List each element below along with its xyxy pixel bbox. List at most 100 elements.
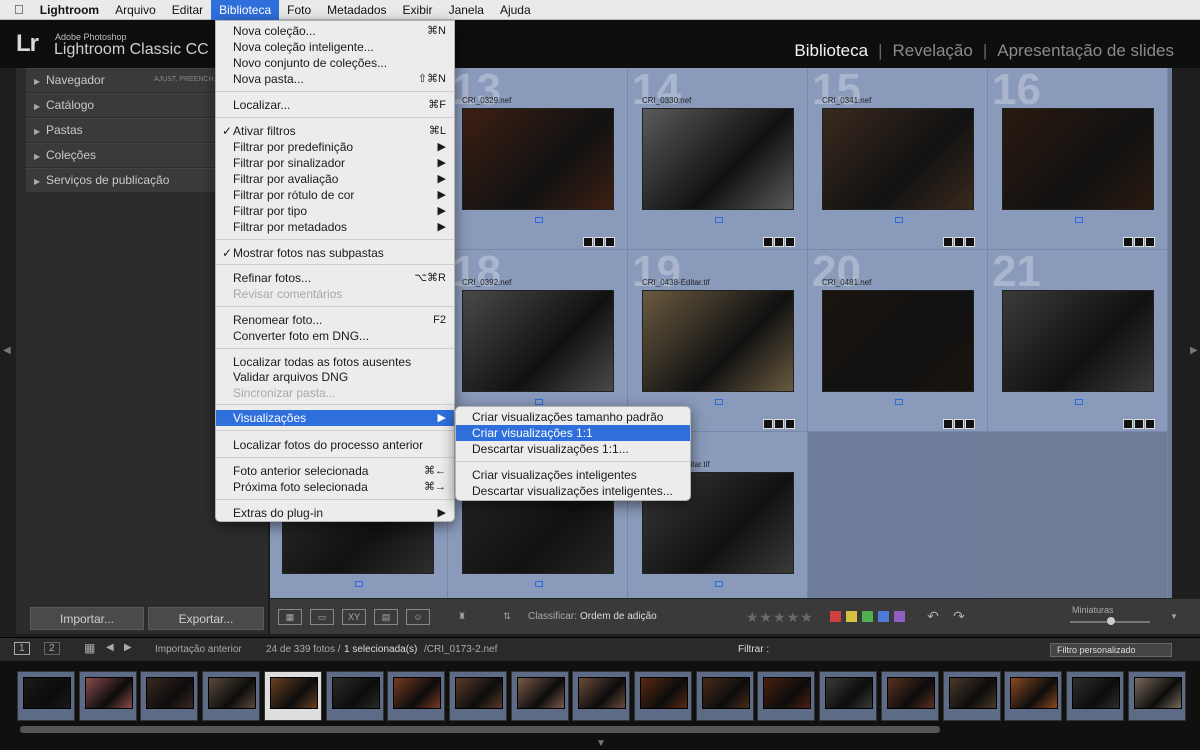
menu-janela[interactable]: Janela xyxy=(441,0,492,20)
quick-collection-icon[interactable] xyxy=(715,399,723,405)
develop-badge-icon[interactable] xyxy=(965,419,975,429)
edit-badge-icon[interactable] xyxy=(943,419,953,429)
filmstrip-thumbnail[interactable] xyxy=(880,671,939,721)
menu-item[interactable]: Nova coleção... ⌘N xyxy=(216,23,454,39)
filmstrip-source[interactable]: Importação anterior xyxy=(155,644,242,655)
photo-thumbnail[interactable] xyxy=(462,290,614,392)
menu-item[interactable]: Extras do plug-in ▶ xyxy=(216,505,454,521)
collection-badge-icon[interactable] xyxy=(954,419,964,429)
module-slideshow[interactable]: Apresentação de slides xyxy=(991,41,1180,61)
quick-collection-icon[interactable] xyxy=(715,581,723,587)
menu-item[interactable]: ✓ Mostrar fotos nas subpastas xyxy=(216,245,454,261)
quick-collection-icon[interactable] xyxy=(535,399,543,405)
develop-badge-icon[interactable] xyxy=(1145,419,1155,429)
menu-editar[interactable]: Editar xyxy=(164,0,211,20)
menu-metadados[interactable]: Metadados xyxy=(319,0,394,20)
menu-biblioteca[interactable]: Biblioteca xyxy=(211,0,280,20)
secondary-window-2-button[interactable]: 2 xyxy=(44,642,60,655)
rotate-left-icon[interactable]: ↶ xyxy=(924,609,942,625)
photo-thumbnail[interactable] xyxy=(642,290,794,392)
menu-foto[interactable]: Foto xyxy=(279,0,319,20)
export-button[interactable]: Exportar... xyxy=(148,607,264,630)
filmstrip-thumbnail[interactable] xyxy=(1004,671,1063,721)
module-biblioteca[interactable]: Biblioteca xyxy=(788,41,874,61)
edit-badge-icon[interactable] xyxy=(763,419,773,429)
submenu-item[interactable]: Criar visualizações 1:1 xyxy=(456,425,690,441)
filmstrip-scrollbar[interactable] xyxy=(20,726,940,733)
color-label-yellow[interactable] xyxy=(846,611,857,622)
photo-thumbnail[interactable] xyxy=(822,290,974,392)
submenu-item[interactable]: Criar visualizações inteligentes xyxy=(456,467,690,483)
menu-item[interactable]: Filtrar por rótulo de cor ▶ xyxy=(216,187,454,203)
grid-cell[interactable]: 19 CRI_0438-Editar.tif xyxy=(628,250,808,432)
filmstrip-thumbnail[interactable] xyxy=(510,671,569,721)
filmstrip-thumbnail[interactable] xyxy=(448,671,507,721)
photo-thumbnail[interactable] xyxy=(822,108,974,210)
develop-badge-icon[interactable] xyxy=(1145,237,1155,247)
quick-collection-icon[interactable] xyxy=(1075,217,1083,223)
color-label-purple[interactable] xyxy=(894,611,905,622)
filmstrip-thumbnail[interactable] xyxy=(325,671,384,721)
filmstrip-thumbnail[interactable] xyxy=(634,671,692,721)
edit-badge-icon[interactable] xyxy=(943,237,953,247)
spray-can-icon[interactable]: ♜ xyxy=(456,609,468,625)
filmstrip-thumbnail[interactable] xyxy=(387,671,446,721)
quick-collection-icon[interactable] xyxy=(895,399,903,405)
color-label-red[interactable] xyxy=(830,611,841,622)
collection-badge-icon[interactable] xyxy=(774,419,784,429)
submenu-item[interactable]: Descartar visualizações 1:1... xyxy=(456,441,690,457)
sort-direction-icon[interactable]: ⇅ xyxy=(492,609,522,625)
menu-item[interactable]: Converter foto em DNG... xyxy=(216,328,454,344)
photo-thumbnail[interactable] xyxy=(1002,290,1154,392)
menu-item[interactable]: Renomear foto... F2 xyxy=(216,312,454,328)
back-arrow-icon[interactable]: ◀ xyxy=(106,642,114,653)
grid-cell[interactable]: 20 CRI_0481.nef xyxy=(808,250,988,432)
import-button[interactable]: Importar... xyxy=(30,607,144,630)
navigator-zoom-options[interactable]: AJUST. PREENCH. xyxy=(154,69,215,91)
filmstrip-thumbnail[interactable] xyxy=(263,671,322,721)
menu-item[interactable]: Validar arquivos DNG xyxy=(216,369,454,385)
color-label-blue[interactable] xyxy=(878,611,889,622)
rotate-right-icon[interactable]: ↷ xyxy=(950,609,968,625)
filter-dropdown[interactable]: Filtro personalizado xyxy=(1050,643,1172,657)
menu-item[interactable]: ✓ Ativar filtros ⌘L xyxy=(216,123,454,139)
sort-dropdown[interactable]: Ordem de adição xyxy=(580,611,657,622)
apple-icon[interactable]:  xyxy=(0,2,32,17)
develop-badge-icon[interactable] xyxy=(605,237,615,247)
quick-collection-icon[interactable] xyxy=(715,217,723,223)
menu-item[interactable]: Foto anterior selecionada ⌘← xyxy=(216,463,454,479)
grid-cell[interactable]: 15 CRI_0341.nef xyxy=(808,68,988,250)
quick-collection-icon[interactable] xyxy=(535,581,543,587)
grid-cell[interactable]: 14 CRI_0330.nef xyxy=(628,68,808,250)
filmstrip-thumbnail[interactable] xyxy=(572,671,631,721)
quick-collection-icon[interactable] xyxy=(355,581,363,587)
grid-cell[interactable]: 21 xyxy=(988,250,1168,432)
submenu-item[interactable]: Criar visualizações tamanho padrão xyxy=(456,409,690,425)
filmstrip-thumbnail[interactable] xyxy=(17,671,75,721)
photo-thumbnail[interactable] xyxy=(1002,108,1154,210)
quick-collection-icon[interactable] xyxy=(895,217,903,223)
filmstrip-thumbnail[interactable] xyxy=(140,671,199,721)
edit-badge-icon[interactable] xyxy=(1123,237,1133,247)
filmstrip-toggle-icon[interactable]: ▼ xyxy=(596,738,606,749)
menu-item[interactable]: Filtrar por sinalizador ▶ xyxy=(216,155,454,171)
collection-badge-icon[interactable] xyxy=(1134,419,1144,429)
grid-cell[interactable]: 16 xyxy=(988,68,1168,250)
collection-badge-icon[interactable] xyxy=(594,237,604,247)
filmstrip-thumbnail[interactable] xyxy=(1127,671,1186,721)
menu-item[interactable]: Localizar... ⌘F xyxy=(216,97,454,113)
thumbnail-size-slider-knob[interactable] xyxy=(1107,617,1115,625)
survey-view-icon[interactable]: ▤ xyxy=(374,609,398,625)
menu-item[interactable]: Localizar fotos do processo anterior xyxy=(216,437,454,453)
submenu-item[interactable]: Descartar visualizações inteligentes... xyxy=(456,483,690,499)
toolbar-options-chevron-icon[interactable]: ▾ xyxy=(1168,609,1180,625)
filmstrip-thumbnail[interactable] xyxy=(78,671,137,721)
filmstrip-thumbnail[interactable] xyxy=(819,671,878,721)
grid-cell[interactable]: 13 CRI_0329.nef xyxy=(448,68,628,250)
filmstrip-thumbnail[interactable] xyxy=(695,671,754,721)
collection-badge-icon[interactable] xyxy=(774,237,784,247)
menu-item[interactable]: Filtrar por metadados ▶ xyxy=(216,219,454,235)
people-view-icon[interactable]: ☺ xyxy=(406,609,430,625)
rating-stars[interactable]: ★★★★★ xyxy=(746,609,814,626)
loupe-view-icon[interactable]: ▭ xyxy=(310,609,334,625)
